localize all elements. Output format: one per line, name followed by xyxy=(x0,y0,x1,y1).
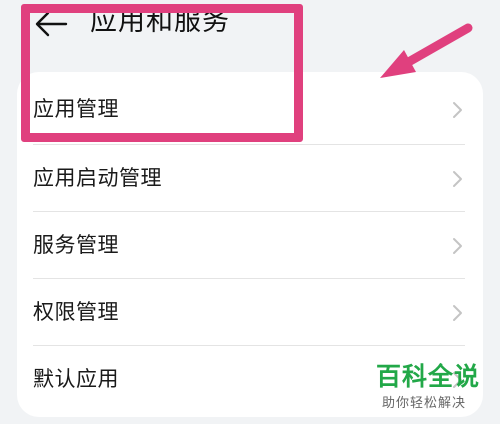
settings-screen: 应用和服务 应用管理 应用启动管理 服务管理 权限管理 默认应用 百科全说 助你… xyxy=(0,0,500,424)
chevron-right-icon xyxy=(453,238,462,254)
menu-item-label: 应用启动管理 xyxy=(33,166,162,190)
watermark-subtitle: 助你轻松解决 xyxy=(382,396,467,411)
pointer-arrow-icon xyxy=(380,23,473,78)
chevron-right-icon xyxy=(453,171,462,187)
watermark: 百科全说 助你轻松解决 xyxy=(370,360,498,422)
menu-item-label: 默认应用 xyxy=(33,367,119,391)
menu-item-permission-management[interactable]: 权限管理 xyxy=(33,279,465,345)
menu-item-app-launch-management[interactable]: 应用启动管理 xyxy=(33,145,465,211)
chevron-right-icon xyxy=(453,305,462,321)
menu-item-service-management[interactable]: 服务管理 xyxy=(33,212,465,278)
menu-item-label: 权限管理 xyxy=(33,300,119,324)
menu-item-label: 服务管理 xyxy=(33,233,119,257)
watermark-title: 百科全说 xyxy=(376,362,481,391)
highlight-box xyxy=(21,4,303,142)
chevron-right-icon xyxy=(453,102,462,118)
